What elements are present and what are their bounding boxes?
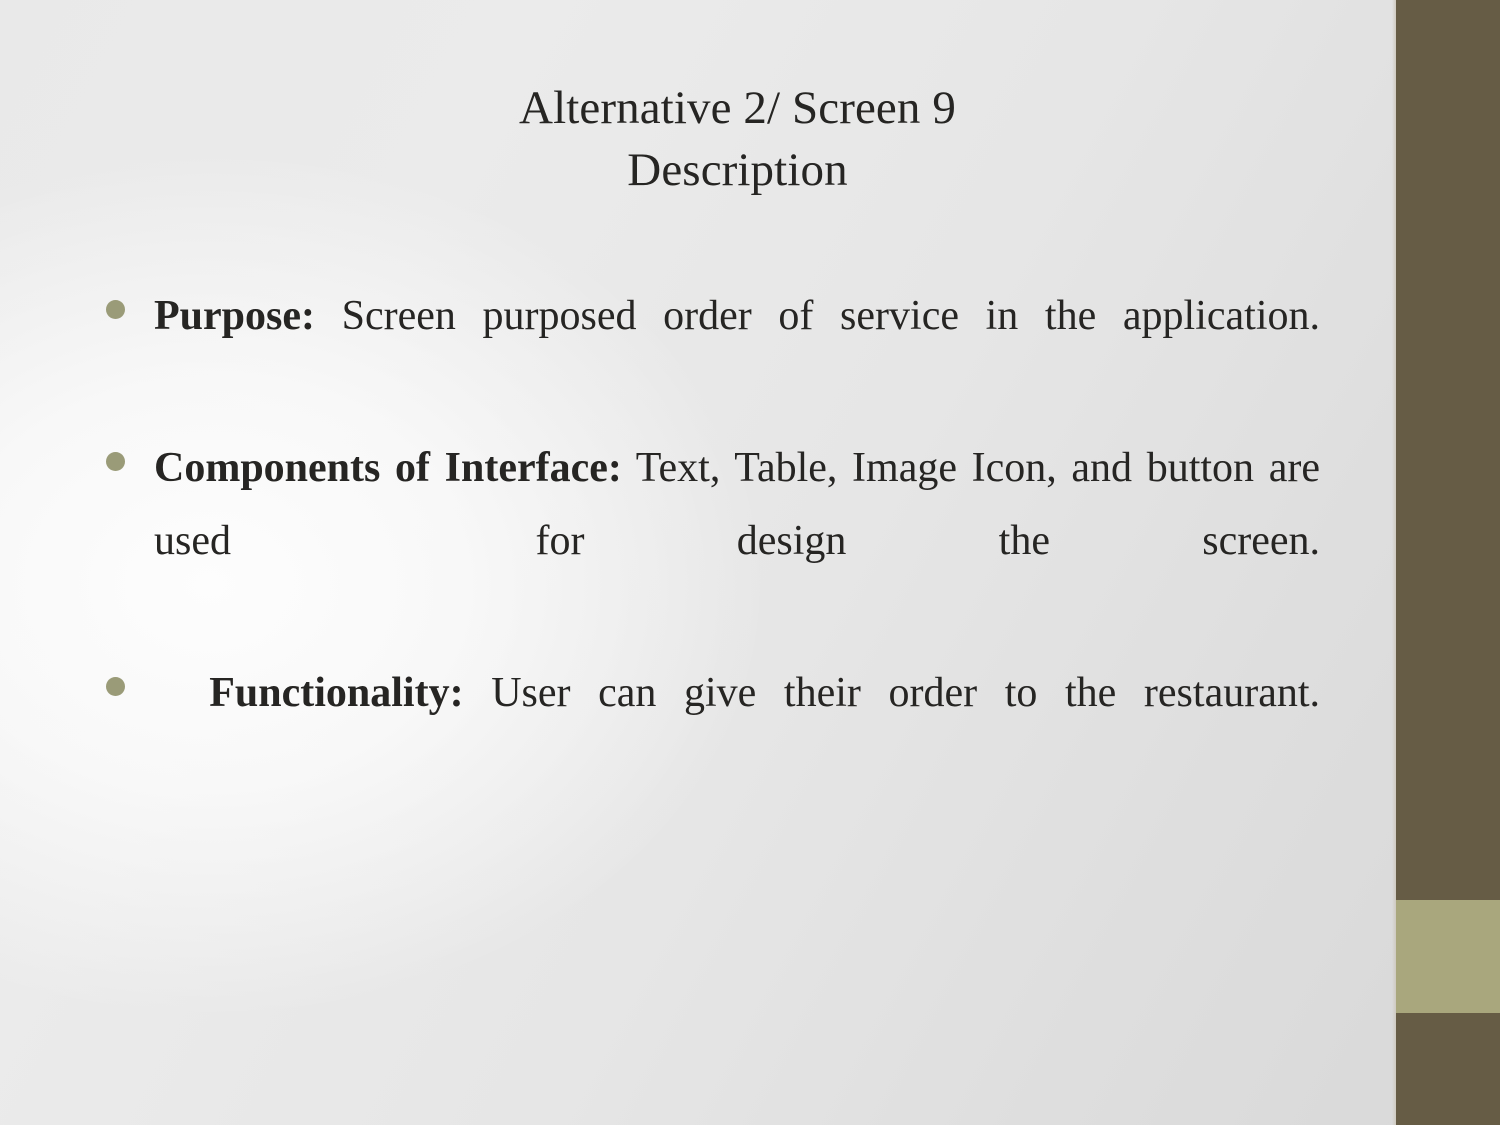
bullet-text-purpose: Purpose: Screen purposed order of servic… (154, 280, 1320, 424)
bullet-lead-label: Functionality: (154, 670, 464, 717)
presentation-slide: Alternative 2/ Screen 9 Description Purp… (0, 0, 1500, 1125)
rail-band-dark-top (1396, 0, 1500, 900)
bullet-text-functionality: Functionality: User can give their order… (154, 657, 1320, 801)
title-line-2: Description (627, 143, 848, 196)
list-item: Components of Interface: Text, Table, Im… (98, 432, 1320, 649)
bullet-dot-icon (106, 300, 125, 319)
slide-body-list: Purpose: Screen purposed order of servic… (98, 280, 1320, 810)
bullet-body-text: Screen purposed order of service in the … (315, 293, 1320, 339)
bullet-text-components: Components of Interface: Text, Table, Im… (154, 432, 1320, 649)
bullet-dot-icon (106, 677, 125, 697)
title-line-1: Alternative 2/ Screen 9 (519, 82, 956, 134)
list-item: Functionality: User can give their order… (98, 657, 1320, 801)
rail-band-light (1396, 900, 1500, 1013)
bullet-lead-label: Purpose: (154, 293, 315, 339)
list-item: Purpose: Screen purposed order of servic… (98, 280, 1320, 424)
bullet-body-text: User can give their order to the restaur… (463, 670, 1321, 717)
rail-band-dark-bottom (1396, 1013, 1500, 1125)
slide-title: Alternative 2/ Screen 9 Description (150, 78, 1325, 201)
bullet-lead-label: Components of Interface: (154, 445, 622, 492)
bullet-dot-icon (106, 452, 125, 472)
slide-decoration-rail (1392, 0, 1500, 1125)
